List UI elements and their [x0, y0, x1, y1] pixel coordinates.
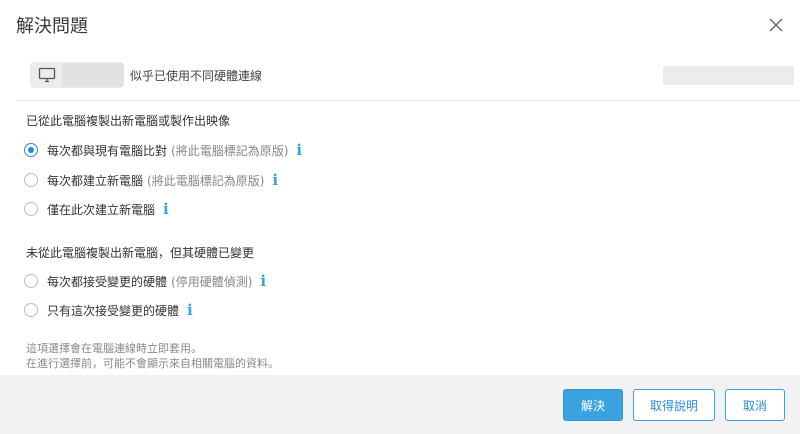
option-always-new[interactable]: 每次都建立新電腦 (將此電腦標記為原版) i [24, 171, 278, 189]
monitor-icon [38, 67, 56, 83]
section-cloned-title: 已從此電腦複製出新電腦或製作出映像 [26, 114, 231, 128]
info-icon[interactable]: i [187, 303, 193, 318]
radio-always-new[interactable] [24, 173, 38, 187]
radio-always-match[interactable] [24, 143, 38, 157]
machine-chip [30, 62, 124, 88]
close-icon[interactable] [768, 17, 784, 33]
info-icon[interactable]: i [260, 274, 266, 289]
option-always-accept[interactable]: 每次都接受變更的硬體 (停用硬體偵測) i [24, 272, 266, 290]
redacted-field [663, 66, 794, 85]
cancel-button[interactable]: 取消 [725, 389, 785, 421]
option-accept-once[interactable]: 只有這次接受變更的硬體 i [24, 301, 193, 319]
note-line-2: 在進行選擇前，可能不會顯示來自相關電腦的資料。 [26, 357, 279, 370]
option-new-once[interactable]: 僅在此次建立新電腦 i [24, 200, 169, 218]
info-icon[interactable]: i [272, 173, 278, 188]
option-hint: (停用硬體偵測) [171, 274, 253, 289]
dialog-title: 解決問題 [16, 16, 88, 37]
section-hardware-title: 未從此電腦複製出新電腦，但其硬體已變更 [26, 246, 255, 260]
radio-always-accept[interactable] [24, 274, 38, 288]
option-hint: (將此電腦標記為原版) [171, 143, 289, 158]
info-icon[interactable]: i [163, 202, 169, 217]
option-hint: (將此電腦標記為原版) [147, 173, 265, 188]
machine-row: 似乎已使用不同硬體連線 [30, 62, 262, 88]
resolve-button[interactable]: 解決 [563, 389, 623, 421]
option-label: 每次都建立新電腦 [47, 173, 144, 188]
option-always-match[interactable]: 每次都與現有電腦比對 (將此電腦標記為原版) i [24, 141, 302, 159]
option-label: 每次都接受變更的硬體 [47, 274, 168, 289]
info-icon[interactable]: i [296, 143, 302, 158]
radio-accept-once[interactable] [24, 303, 38, 317]
help-button[interactable]: 取得說明 [633, 389, 715, 421]
machine-message: 似乎已使用不同硬體連線 [130, 68, 263, 83]
note-line-1: 這項選擇會在電腦連線時立即套用。 [26, 342, 202, 355]
option-label: 只有這次接受變更的硬體 [47, 303, 180, 318]
option-label: 僅在此次建立新電腦 [47, 202, 156, 217]
option-label: 每次都與現有電腦比對 [47, 143, 168, 158]
radio-new-once[interactable] [24, 202, 38, 216]
divider [16, 100, 800, 101]
machine-name-redacted [62, 63, 124, 87]
